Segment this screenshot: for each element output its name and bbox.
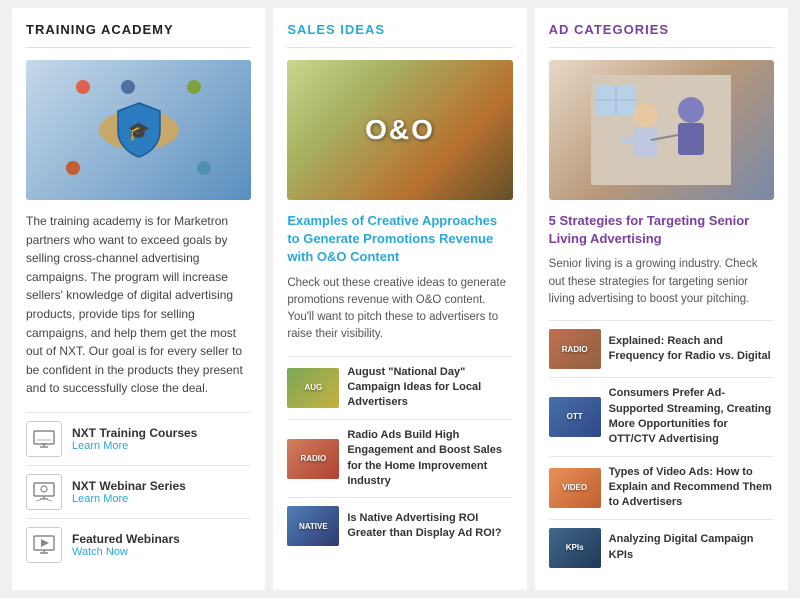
nxt-webinar-subtitle: Learn More [72, 493, 186, 505]
aug-title: August "National Day" Campaign Ideas for… [347, 365, 512, 411]
kpis-thumb: KPIs [549, 528, 601, 568]
nxt-training-link[interactable]: NXT Training Courses Learn More [26, 412, 251, 465]
consumers-thumb-label: OTT [567, 412, 583, 421]
training-title: TRAINING ACADEMY [26, 22, 251, 48]
ad-article-desc: Senior living is a growing industry. Che… [549, 256, 774, 308]
radio-thumb-label: RADIO [300, 454, 326, 463]
featured-webinars-subtitle: Watch Now [72, 546, 180, 558]
reach-thumb-label: RADIO [562, 345, 588, 354]
consumers-thumb: OTT [549, 397, 601, 437]
video-thumb: VIDEO [549, 468, 601, 508]
native-thumb: NATIVE [287, 506, 339, 546]
nxt-training-title: NXT Training Courses [72, 426, 197, 440]
consumers-title: Consumers Prefer Ad-Supported Streaming,… [609, 386, 774, 448]
ad-article-title[interactable]: 5 Strategies for Targeting Senior Living… [549, 212, 774, 248]
shield-graduation-icon: 🎓 [114, 101, 164, 159]
nxt-webinar-text: NXT Webinar Series Learn More [72, 479, 186, 505]
sales-article-title[interactable]: Examples of Creative Approaches to Gener… [287, 212, 512, 267]
radio-thumb: RADIO [287, 439, 339, 479]
sales-title: SALES IDEAS [287, 22, 512, 48]
featured-webinars-text: Featured Webinars Watch Now [72, 532, 180, 558]
sales-hero: O&O [287, 60, 512, 200]
aug-thumb: AUG [287, 368, 339, 408]
aug-thumb-label: AUG [304, 383, 322, 392]
person3 [187, 80, 201, 94]
ad-column: AD CATEGORIES [535, 8, 788, 590]
video-thumb-label: VIDEO [562, 483, 587, 492]
mini-article-radio[interactable]: RADIO Radio Ads Build High Engagement an… [287, 419, 512, 498]
featured-webinars-link[interactable]: Featured Webinars Watch Now [26, 518, 251, 571]
oo-label: O&O [365, 114, 435, 146]
mini-article-kpis[interactable]: KPIs Analyzing Digital Campaign KPIs [549, 519, 774, 576]
kpis-title: Analyzing Digital Campaign KPIs [609, 532, 774, 563]
page-wrapper: TRAINING ACADEMY 🎓 [0, 0, 800, 598]
training-description: The training academy is for Marketron pa… [26, 212, 251, 398]
mini-article-native[interactable]: NATIVE Is Native Advertising ROI Greater… [287, 497, 512, 554]
training-hero: 🎓 [26, 60, 251, 200]
native-thumb-label: NATIVE [299, 522, 328, 531]
nxt-training-text: NXT Training Courses Learn More [72, 426, 197, 452]
sales-column: SALES IDEAS O&O Examples of Creative App… [273, 8, 526, 590]
person2 [121, 80, 135, 94]
webinar-icon [26, 474, 62, 510]
svg-text:🎓: 🎓 [127, 121, 149, 141]
kpis-thumb-label: KPIs [566, 543, 584, 552]
native-title: Is Native Advertising ROI Greater than D… [347, 511, 512, 542]
reach-thumb: RADIO [549, 329, 601, 369]
mini-article-video[interactable]: VIDEO Types of Video Ads: How to Explain… [549, 456, 774, 519]
video-title: Types of Video Ads: How to Explain and R… [609, 465, 774, 511]
play-icon [26, 527, 62, 563]
person1 [76, 80, 90, 94]
person5 [197, 161, 211, 175]
ad-hero-inner [549, 60, 774, 200]
ad-title: AD CATEGORIES [549, 22, 774, 48]
nxt-webinar-title: NXT Webinar Series [72, 479, 186, 493]
person4 [66, 161, 80, 175]
mini-article-aug[interactable]: AUG August "National Day" Campaign Ideas… [287, 356, 512, 419]
training-hero-inner: 🎓 [26, 60, 251, 200]
mini-article-reach[interactable]: RADIO Explained: Reach and Frequency for… [549, 320, 774, 377]
senior-care-illustration [591, 75, 731, 185]
radio-title: Radio Ads Build High Engagement and Boos… [347, 428, 512, 490]
featured-webinars-title: Featured Webinars [72, 532, 180, 546]
mini-article-consumers[interactable]: OTT Consumers Prefer Ad-Supported Stream… [549, 377, 774, 456]
nxt-webinar-link[interactable]: NXT Webinar Series Learn More [26, 465, 251, 518]
monitor-icon [26, 421, 62, 457]
sales-hero-inner: O&O [287, 60, 512, 200]
nxt-training-subtitle: Learn More [72, 440, 197, 452]
training-column: TRAINING ACADEMY 🎓 [12, 8, 265, 590]
sales-article-desc: Check out these creative ideas to genera… [287, 275, 512, 344]
reach-title: Explained: Reach and Frequency for Radio… [609, 334, 774, 365]
ad-hero [549, 60, 774, 200]
